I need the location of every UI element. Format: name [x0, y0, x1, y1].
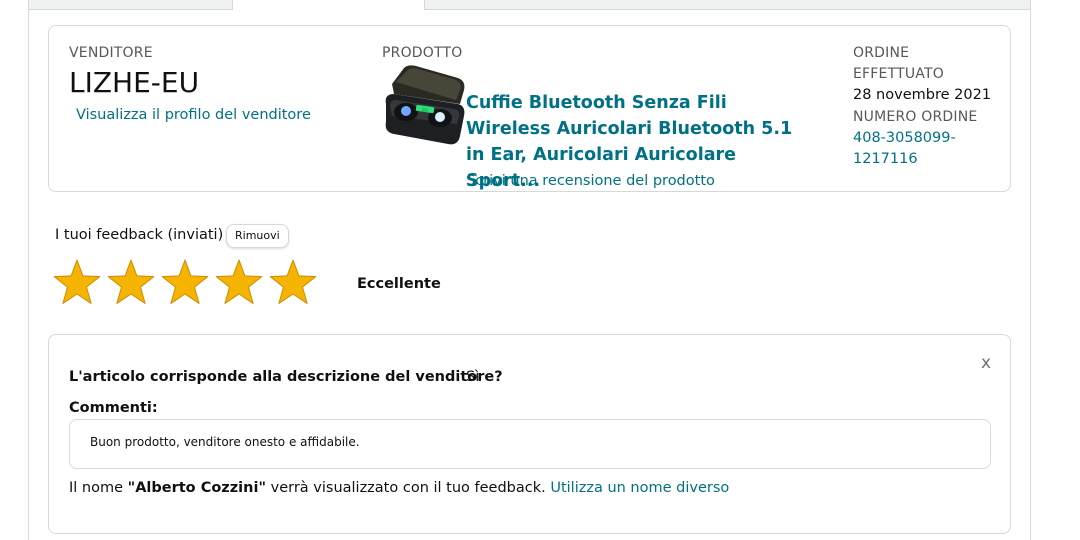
feedback-label: I tuoi feedback (inviati)	[55, 227, 224, 243]
order-summary-card: VENDITORE LIZHE-EU Visualizza il profilo…	[48, 25, 1011, 192]
star-icon[interactable]	[213, 258, 265, 308]
order-info-section: ORDINE EFFETTUATO 28 novembre 2021 NUMER…	[853, 43, 1003, 171]
order-placed-label-2: EFFETTUATO	[853, 66, 944, 82]
seller-section: VENDITORE LIZHE-EU Visualizza il profilo…	[69, 43, 311, 123]
svg-text:88: 88	[421, 108, 428, 115]
question-text: L'articolo corrisponde alla descrizione …	[69, 369, 503, 385]
order-date: 28 novembre 2021	[853, 87, 992, 103]
display-name-line: Il nome "Alberto Cozzini" verrà visualiz…	[69, 480, 729, 496]
description-question: L'articolo corrisponde alla descrizione …	[69, 369, 503, 385]
tab-inactive-right[interactable]	[424, 0, 1030, 10]
order-number-label: NUMERO ORDINE	[853, 108, 978, 125]
use-different-name-link[interactable]: Utilizza un nome diverso	[550, 480, 729, 496]
tab-active[interactable]	[233, 0, 424, 10]
tab-strip	[29, 0, 1030, 10]
seller-profile-link[interactable]: Visualizza il profilo del venditore	[76, 107, 311, 123]
product-image[interactable]: 88	[384, 64, 466, 148]
name-suffix: verrà visualizzato con il tuo feedback.	[270, 480, 546, 496]
rating-text: Eccellente	[357, 276, 441, 292]
display-name: "Alberto Cozzini"	[127, 480, 266, 496]
tab-inactive-left[interactable]	[29, 0, 233, 10]
order-number-link[interactable]: 408-3058099-1217116	[853, 128, 973, 171]
close-icon[interactable]: x	[981, 353, 991, 373]
name-prefix: Il nome	[69, 480, 124, 496]
star-icon[interactable]	[267, 258, 319, 308]
write-review-link[interactable]: Scrivi una recensione del prodotto	[466, 173, 715, 189]
feedback-detail-card: x L'articolo corrisponde alla descrizion…	[48, 334, 1011, 534]
seller-label: VENDITORE	[69, 45, 153, 61]
product-label: PRODOTTO	[382, 45, 463, 61]
remove-feedback-button[interactable]: Rimuovi	[226, 224, 289, 248]
order-placed-label: ORDINE	[853, 45, 910, 61]
product-section: PRODOTTO 88 Cuffie Bluetooth Senza Fili …	[382, 43, 812, 191]
star-icon[interactable]	[159, 258, 211, 308]
comment-text: Buon prodotto, venditore onesto e affida…	[69, 419, 991, 469]
comments-label: Commenti:	[69, 400, 158, 416]
star-icon[interactable]	[51, 258, 103, 308]
question-answer: Sì	[466, 369, 480, 385]
star-icon[interactable]	[105, 258, 157, 308]
seller-name: LIZHE-EU	[69, 66, 200, 99]
